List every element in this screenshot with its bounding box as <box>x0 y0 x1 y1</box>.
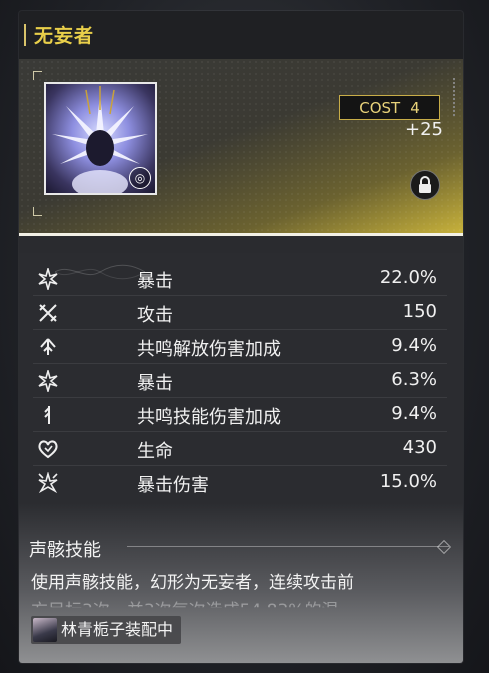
stat-label: 共鸣技能伤害加成 <box>137 407 281 428</box>
crit-icon <box>38 370 58 392</box>
hp-icon <box>38 440 58 459</box>
stat-row: 暴击伤害 15.0% <box>33 466 447 500</box>
stat-label: 暴击伤害 <box>137 475 209 496</box>
lock-icon <box>419 176 431 193</box>
stat-label: 攻击 <box>137 305 173 326</box>
equipped-by-text: 林青栀子装配中 <box>61 620 174 639</box>
stat-label: 生命 <box>137 441 173 462</box>
echo-portrait[interactable]: ◎ <box>44 82 157 195</box>
crit-damage-icon <box>38 472 58 494</box>
stat-value: 150 <box>402 301 437 322</box>
cost-badge: COST 4 <box>339 95 440 120</box>
equipped-by-badge[interactable]: 林青栀子装配中 <box>31 616 182 644</box>
corner-bracket <box>33 71 42 80</box>
skill-heading: 声骸技能 <box>29 540 101 561</box>
stat-value: 430 <box>402 437 437 458</box>
stat-value: 15.0% <box>379 471 437 492</box>
character-avatar <box>33 618 57 642</box>
cost-value: 4 <box>410 98 420 117</box>
sonata-swirl-icon: ◎ <box>129 167 151 189</box>
crit-icon <box>38 268 58 290</box>
attack-icon <box>39 304 57 322</box>
stat-row: 暴击 6.3% <box>33 364 447 398</box>
skill-divider <box>127 546 449 547</box>
stat-row: 暴击 22.0% <box>33 262 447 296</box>
decorative-dots <box>452 77 456 117</box>
echo-level: +25 <box>405 119 443 140</box>
stat-label: 共鸣解放伤害加成 <box>137 339 281 360</box>
stat-value: 22.0% <box>379 267 437 288</box>
title-accent <box>24 24 26 46</box>
stat-value: 9.4% <box>391 335 437 356</box>
cost-label: COST <box>359 98 401 117</box>
echo-name: 无妄者 <box>34 25 95 47</box>
hero-divider <box>19 233 463 236</box>
stat-label: 暴击 <box>137 373 173 394</box>
stat-row: 攻击 150 <box>33 296 447 330</box>
corner-bracket <box>33 207 42 216</box>
stat-value: 9.4% <box>391 403 437 424</box>
stat-row: 共鸣技能伤害加成 9.4% <box>33 398 447 432</box>
stat-value: 6.3% <box>391 369 437 390</box>
resonance-liberation-icon <box>40 338 56 355</box>
stat-label: 暴击 <box>137 271 173 292</box>
lock-button[interactable] <box>410 170 440 200</box>
stat-row: 生命 430 <box>33 432 447 466</box>
stat-row: 共鸣解放伤害加成 9.4% <box>33 330 447 364</box>
title-bar: 无妄者 <box>19 11 463 59</box>
echo-card: 无妄者 ◎ COST 4 +25 暴击 22.0% 攻击 150 共鸣解放伤害加… <box>19 11 463 663</box>
resonance-skill-icon <box>44 406 50 424</box>
skill-description: 使用声骸技能，幻形为无妄者，连续攻击前 <box>31 573 354 593</box>
